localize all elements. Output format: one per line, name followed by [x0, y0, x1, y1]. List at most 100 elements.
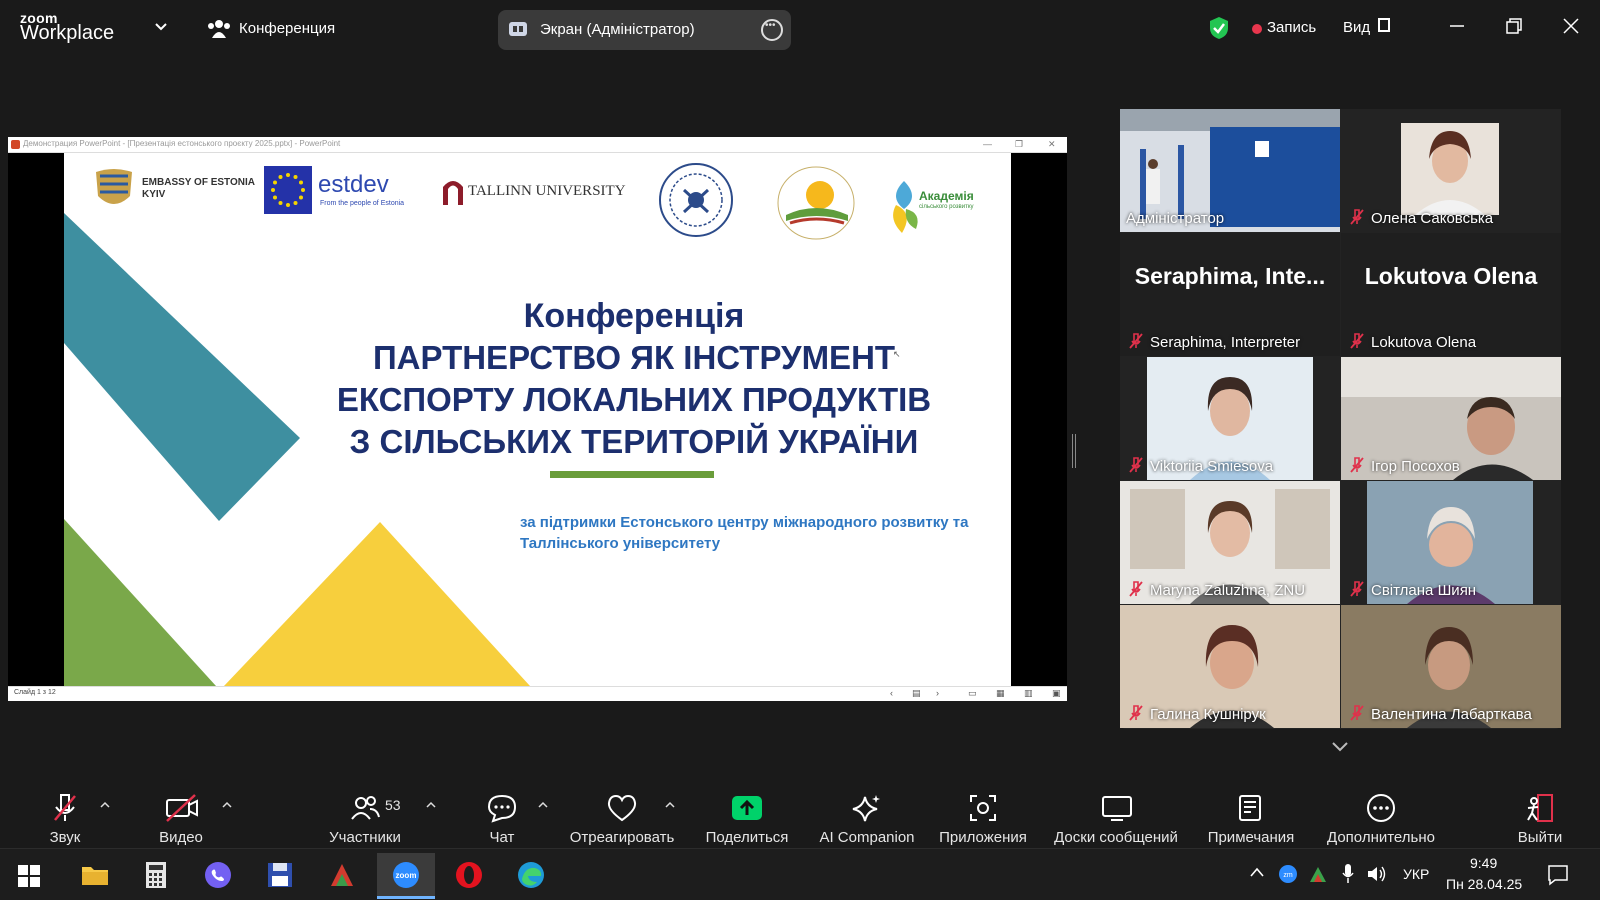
video-tile-admin[interactable]: Адміністратор — [1120, 109, 1340, 232]
sorter-view-icon[interactable]: ▦ — [996, 688, 1005, 699]
participant-name: Lokutova Olena — [1371, 334, 1477, 351]
participants-options-caret-icon[interactable] — [425, 799, 437, 811]
muted-mic-icon — [1350, 209, 1364, 225]
pdf-app[interactable] — [313, 853, 371, 899]
whiteboard-icon — [1102, 796, 1132, 821]
video-tile[interactable]: Олена Саковська — [1341, 109, 1561, 232]
participant-name: Seraphima, Interpreter — [1150, 334, 1301, 351]
reading-view-icon[interactable]: ▥ — [1024, 688, 1033, 699]
video-tile[interactable]: Валентина Лабарткава — [1341, 605, 1561, 728]
audio-button[interactable]: Звук — [35, 779, 95, 848]
leave-button[interactable]: Выйти — [1514, 779, 1566, 848]
estdev-logo-sub: From the people of Estonia — [320, 200, 405, 207]
microphone-tray-icon[interactable] — [1341, 863, 1355, 885]
video-tile[interactable]: Maryna Zaluzhna, ZNU — [1120, 481, 1340, 604]
ai-companion-button[interactable]: AI Companion — [812, 779, 922, 848]
security-shield-icon[interactable] — [1208, 16, 1230, 40]
ppt-close-icon[interactable]: ✕ — [1048, 139, 1056, 150]
tallinn-university-logo: TALLINN UNIVERSITY — [468, 183, 626, 199]
video-tile[interactable]: Lokutova Olena Lokutova Olena — [1341, 233, 1561, 356]
folder-icon — [82, 867, 108, 885]
normal-view-icon[interactable]: ▭ — [968, 688, 977, 699]
antivirus-tray-icon[interactable] — [1308, 864, 1328, 884]
video-tile[interactable]: Світлана Шиян — [1341, 481, 1561, 604]
calculator-app[interactable] — [127, 853, 185, 899]
chevron-down-icon[interactable] — [153, 18, 169, 34]
opera-app[interactable] — [440, 853, 498, 899]
react-options-caret-icon[interactable] — [664, 799, 676, 811]
zoom-tray-icon[interactable]: zm — [1278, 864, 1298, 884]
audio-options-caret-icon[interactable] — [99, 799, 111, 811]
svg-text:zm: zm — [1283, 872, 1293, 879]
split-resize-handle[interactable] — [1072, 434, 1076, 468]
notifications-icon[interactable] — [1547, 864, 1569, 886]
prev-slide-icon[interactable]: ‹ — [890, 688, 893, 698]
muted-mic-icon — [1350, 333, 1364, 349]
viber-app[interactable] — [189, 853, 247, 899]
save-app[interactable] — [251, 853, 309, 899]
react-button[interactable]: Отреагировать — [566, 779, 678, 848]
edge-icon — [518, 862, 544, 888]
slide-menu-icon[interactable]: ▤ — [912, 688, 921, 699]
video-tile[interactable]: Viktoriia Smiesova — [1120, 357, 1340, 480]
slide-title-line2: ПАРТНЕРСТВО ЯК ІНСТРУМЕНТ — [372, 339, 896, 376]
academy-logo: Академія — [919, 189, 974, 203]
zoom-app[interactable]: zoom — [377, 853, 435, 899]
slide: EMBASSY OF ESTONIA KYIV estdev From the … — [64, 153, 1011, 686]
ai-sparkle-icon — [852, 795, 880, 822]
apps-button[interactable]: Приложения — [933, 779, 1033, 848]
edge-app[interactable] — [502, 853, 560, 899]
participants-button[interactable]: Участники — [322, 779, 408, 848]
participant-name: Олена Саковська — [1371, 210, 1494, 227]
clock-date[interactable]: Пн 28.04.25 — [1446, 876, 1522, 892]
file-explorer-app[interactable] — [65, 853, 123, 899]
next-slide-icon[interactable]: › — [936, 688, 939, 698]
share-button[interactable]: Поделиться — [700, 779, 794, 848]
video-label: Видео — [159, 829, 203, 846]
more-options-icon[interactable] — [761, 19, 783, 41]
notes-button[interactable]: Примечания — [1199, 779, 1303, 848]
more-label: Дополнительно — [1327, 829, 1435, 846]
ppt-restore-icon[interactable]: ❐ — [1015, 139, 1023, 150]
embassy-logo-line1: EMBASSY OF ESTONIA — [142, 177, 255, 188]
mouse-cursor-icon: ↖ — [893, 349, 901, 359]
screen-share-source[interactable]: Экран (Адміністратор) — [498, 10, 791, 50]
video-tile[interactable]: Seraphima, Inte... Seraphima, Interprete… — [1120, 233, 1340, 356]
windows-start-icon[interactable] — [18, 865, 40, 887]
minimize-icon[interactable] — [1445, 14, 1469, 38]
muted-mic-icon — [1350, 581, 1364, 597]
notes-label: Примечания — [1207, 829, 1295, 846]
clock-time[interactable]: 9:49 — [1470, 855, 1497, 871]
green-tourism-logo-icon — [777, 166, 855, 240]
restore-icon[interactable] — [1502, 14, 1526, 38]
chat-options-caret-icon[interactable] — [537, 799, 549, 811]
more-button[interactable]: Дополнительно — [1319, 779, 1443, 848]
leave-label: Выйти — [1517, 829, 1563, 846]
gallery-scroll-down-icon[interactable] — [1331, 741, 1349, 753]
chat-button[interactable]: Чат — [475, 779, 529, 848]
apps-icon — [970, 795, 996, 821]
slideshow-view-icon[interactable]: ▣ — [1052, 688, 1061, 699]
video-tile[interactable]: Галина Кушнірук — [1120, 605, 1340, 728]
ppt-minimize-icon[interactable]: — — [983, 139, 992, 149]
video-button[interactable]: Видео — [145, 779, 217, 848]
participant-placeholder-name: Lokutova Olena — [1364, 263, 1538, 289]
heart-icon — [607, 794, 637, 822]
whiteboards-label: Доски сообщений — [1054, 829, 1178, 846]
volume-icon[interactable] — [1366, 864, 1388, 884]
close-icon[interactable] — [1559, 14, 1583, 38]
video-options-caret-icon[interactable] — [221, 799, 233, 811]
ppt-titlebar: Демонстрация PowerPoint - [Презентація е… — [8, 137, 1067, 153]
participant-name: Світлана Шиян — [1371, 582, 1477, 599]
ai-companion-label: AI Companion — [819, 829, 915, 846]
whiteboards-button[interactable]: Доски сообщений — [1043, 779, 1189, 848]
view-label[interactable]: Вид — [1343, 19, 1370, 36]
video-tile[interactable]: Ігор Посохов — [1341, 357, 1561, 480]
tray-expand-icon[interactable] — [1250, 867, 1264, 877]
record-dot-icon — [1252, 24, 1262, 34]
shared-screen[interactable]: Демонстрация PowerPoint - [Презентація е… — [8, 137, 1067, 701]
chat-icon — [487, 794, 517, 823]
keyboard-language[interactable]: УКР — [1403, 866, 1429, 882]
record-label[interactable]: Запись — [1267, 19, 1316, 36]
view-grid-icon[interactable] — [1378, 18, 1390, 32]
